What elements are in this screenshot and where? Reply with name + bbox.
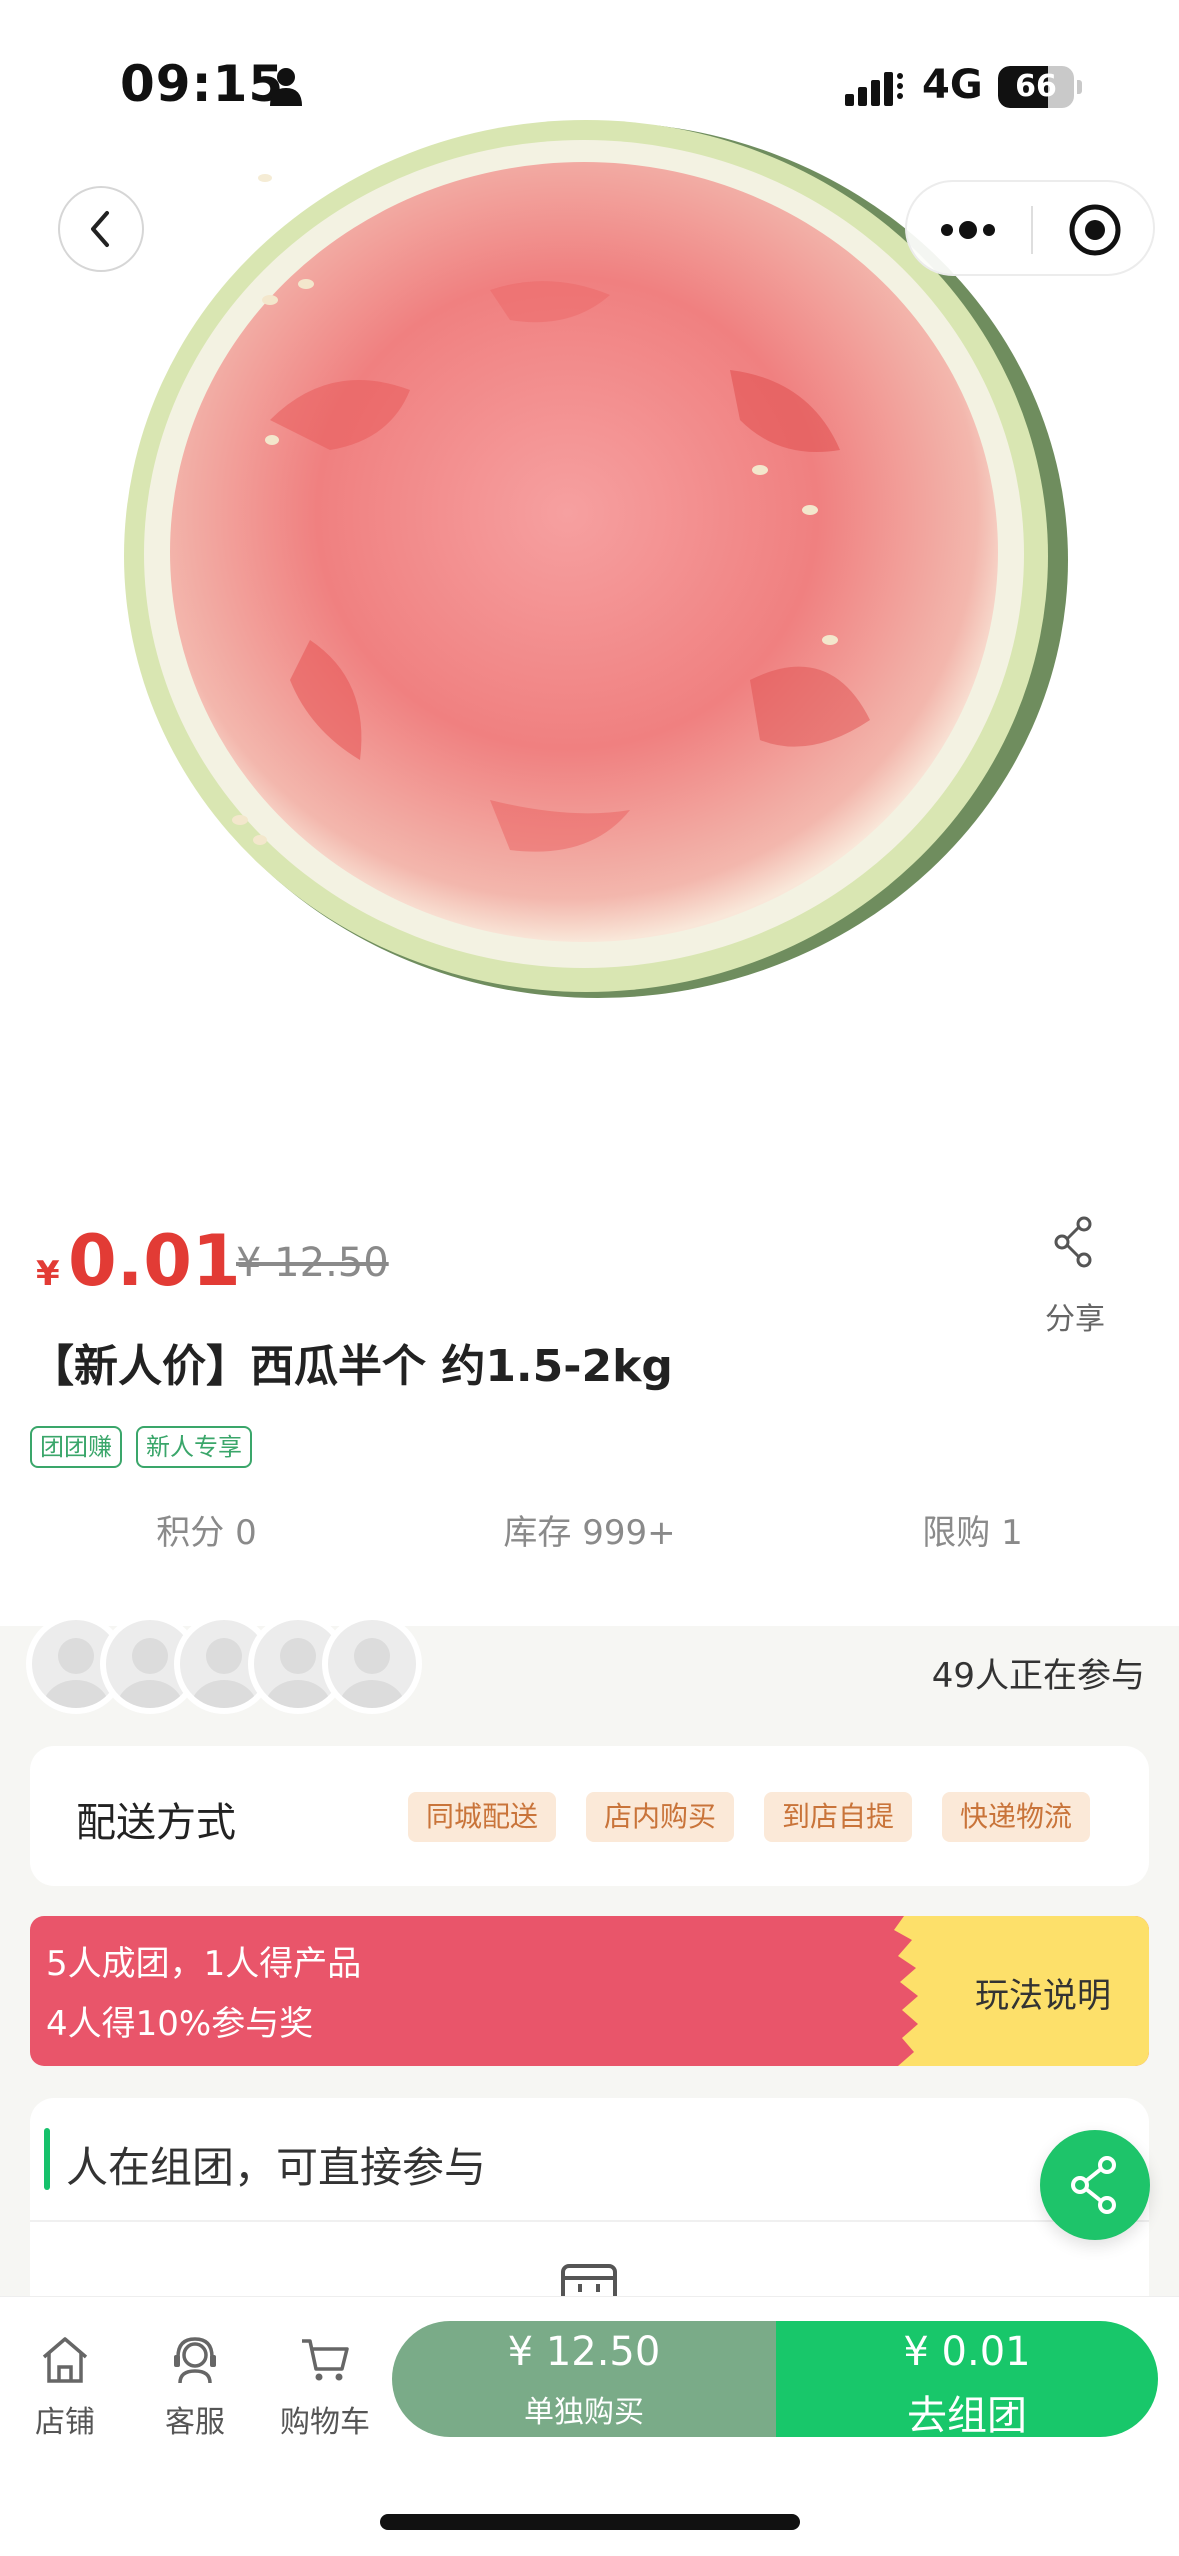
share-button[interactable]: 分享 xyxy=(1020,1208,1130,1338)
current-price: 0.01 xyxy=(68,1220,241,1302)
delivery-option-local[interactable]: 同城配送 xyxy=(408,1792,557,1842)
buy-alone-button[interactable]: ¥ 12.50 单独购买 xyxy=(392,2321,776,2437)
share-icon xyxy=(1071,2156,1116,2214)
delivery-option-instore[interactable]: 店内购买 xyxy=(586,1792,735,1842)
group-rule-line2: 4人得10%参与奖 xyxy=(46,2004,314,2044)
group-rule-line1: 5人成团，1人得产品 xyxy=(46,1944,362,1984)
battery-icon: 66 xyxy=(998,66,1082,108)
delivery-card: 配送方式 同城配送 店内购买 到店自提 快递物流 xyxy=(30,1746,1149,1886)
group-rules-banner: 5人成团，1人得产品 4人得10%参与奖 玩法说明 xyxy=(30,1916,1149,2066)
delivery-option-pickup[interactable]: 到店自提 xyxy=(764,1792,913,1842)
mini-program-capsule xyxy=(905,180,1155,276)
tag-new-user: 新人专享 xyxy=(136,1426,252,1468)
back-icon xyxy=(91,211,109,247)
store-icon xyxy=(42,2337,88,2383)
nav-cart[interactable]: 购物车 xyxy=(270,2333,380,2443)
network-label: 4G xyxy=(922,62,983,108)
tag-tuantuanzhuan: 团团赚 xyxy=(30,1426,122,1468)
price-currency: ¥ xyxy=(36,1254,60,1294)
nav-customer-service[interactable]: 客服 xyxy=(140,2333,250,2443)
back-button[interactable] xyxy=(58,186,144,272)
nav-store[interactable]: 店铺 xyxy=(10,2333,120,2443)
section-accent xyxy=(44,2128,50,2190)
stat-stock: 库存 999+ xyxy=(503,1513,676,1553)
share-label: 分享 xyxy=(1045,1302,1105,1337)
target-icon[interactable] xyxy=(1067,202,1123,258)
join-group-button[interactable]: ¥ 0.01 去组团 xyxy=(776,2321,1158,2439)
group-section-title: 人在组团，可直接参与 xyxy=(66,2143,487,2192)
battery-percent: 66 xyxy=(1015,69,1057,104)
group-label: 去组团 xyxy=(907,2393,1027,2439)
group-price: ¥ 0.01 xyxy=(903,2329,1031,2375)
avatar xyxy=(322,1614,422,1714)
signal-icon xyxy=(845,72,903,106)
stats-row: 积分 0 库存 999+ 限购 1 xyxy=(0,1505,1179,1565)
nav-store-label: 店铺 xyxy=(35,2405,95,2440)
stat-points: 积分 0 xyxy=(156,1513,257,1553)
solo-label: 单独购买 xyxy=(524,2395,644,2430)
delivery-option-express[interactable]: 快递物流 xyxy=(942,1792,1091,1842)
participant-avatars xyxy=(26,1614,446,1714)
floating-share-button[interactable] xyxy=(1040,2130,1150,2240)
nav-cart-label: 购物车 xyxy=(280,2405,370,2440)
tag-row: 团团赚 新人专享 xyxy=(30,1426,266,1470)
cart-icon xyxy=(302,2339,349,2381)
status-time: 09:15 xyxy=(120,55,285,113)
original-price: ¥ 12.50 xyxy=(236,1240,389,1286)
person-icon xyxy=(270,68,302,106)
rules-label[interactable]: 玩法说明 xyxy=(975,1968,1111,2017)
solo-price: ¥ 12.50 xyxy=(507,2329,661,2375)
stat-limit: 限购 1 xyxy=(922,1513,1023,1553)
product-title: 【新人价】西瓜半个 约1.5-2kg xyxy=(30,1341,673,1392)
delivery-options: 同城配送 店内购买 到店自提 快递物流 xyxy=(408,1792,1120,1842)
participant-count: 49人正在参与 xyxy=(931,1656,1145,1696)
share-icon xyxy=(1054,1216,1092,1268)
nav-customer-service-label: 客服 xyxy=(165,2405,225,2440)
home-indicator[interactable] xyxy=(380,2514,800,2530)
more-icon[interactable] xyxy=(935,210,1005,250)
banner-zigzag xyxy=(864,1916,918,2066)
delivery-title: 配送方式 xyxy=(76,1800,236,1846)
customer-service-icon xyxy=(174,2337,216,2384)
price-row: ¥ 0.01 ¥ 12.50 xyxy=(36,1220,936,1310)
